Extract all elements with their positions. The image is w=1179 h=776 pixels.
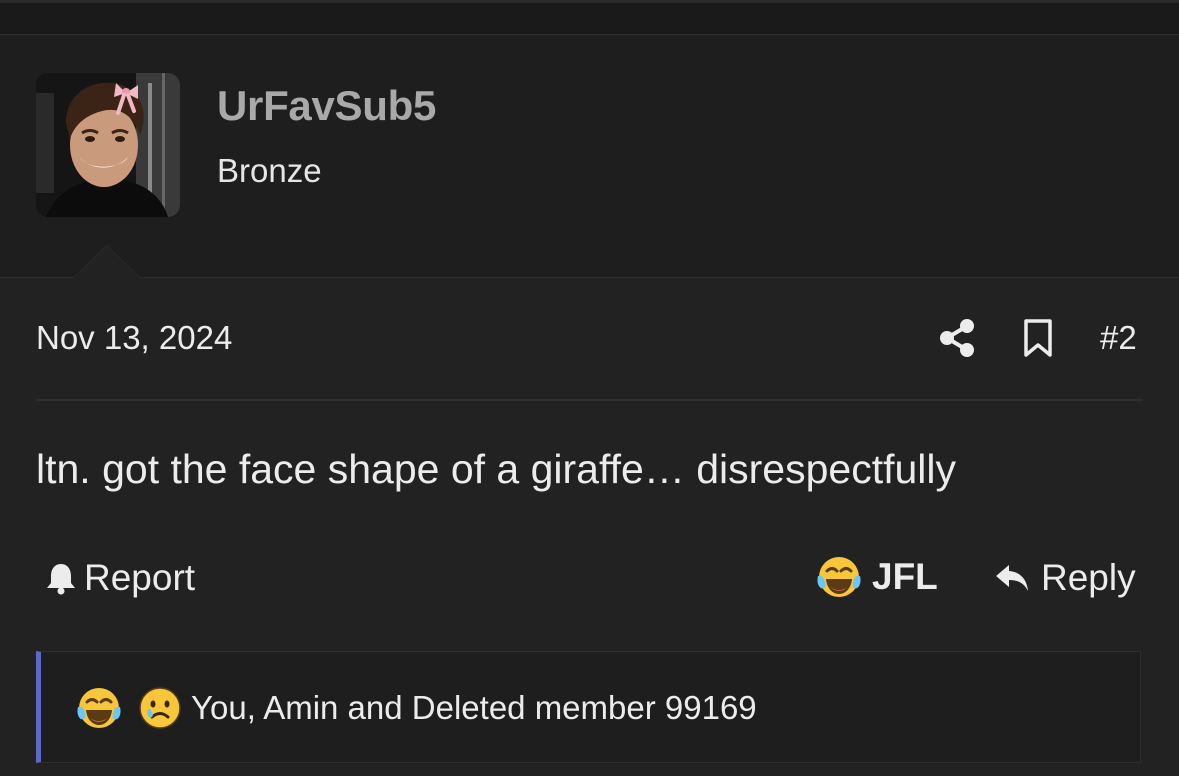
reply-arrow-icon [996, 565, 1028, 591]
reaction-label: JFL [872, 556, 938, 597]
username[interactable]: UrFavSub5 [217, 82, 436, 130]
reply-label: Reply [1041, 557, 1136, 598]
reply-button[interactable]: Reply [993, 556, 1136, 600]
post-number-link[interactable]: #2 [1100, 319, 1137, 357]
tears-of-joy-icon [817, 557, 861, 597]
reactions-bar: You, Amin and Deleted member 99169 [36, 651, 1141, 763]
avatar-photo-icon [36, 73, 180, 217]
user-rank: Bronze [217, 152, 322, 189]
reactions-users-link[interactable]: You, Amin and Deleted member 99169 [191, 689, 757, 727]
user-avatar[interactable] [36, 73, 180, 217]
top-bar [0, 0, 1179, 35]
post-message: ltn. got the face shape of a giraffe… di… [36, 446, 956, 492]
bell-icon [47, 564, 75, 595]
divider [36, 399, 1143, 401]
reaction-button[interactable]: JFL [816, 554, 938, 600]
tears-of-joy-icon [77, 688, 121, 728]
report-label: Report [84, 557, 196, 598]
report-button[interactable]: Report [44, 556, 195, 600]
sad-face-icon [139, 687, 181, 729]
share-icon[interactable] [938, 318, 976, 358]
pointer-arrow [74, 246, 140, 278]
bookmark-icon[interactable] [1022, 318, 1054, 358]
post-date[interactable]: Nov 13, 2024 [36, 319, 232, 357]
